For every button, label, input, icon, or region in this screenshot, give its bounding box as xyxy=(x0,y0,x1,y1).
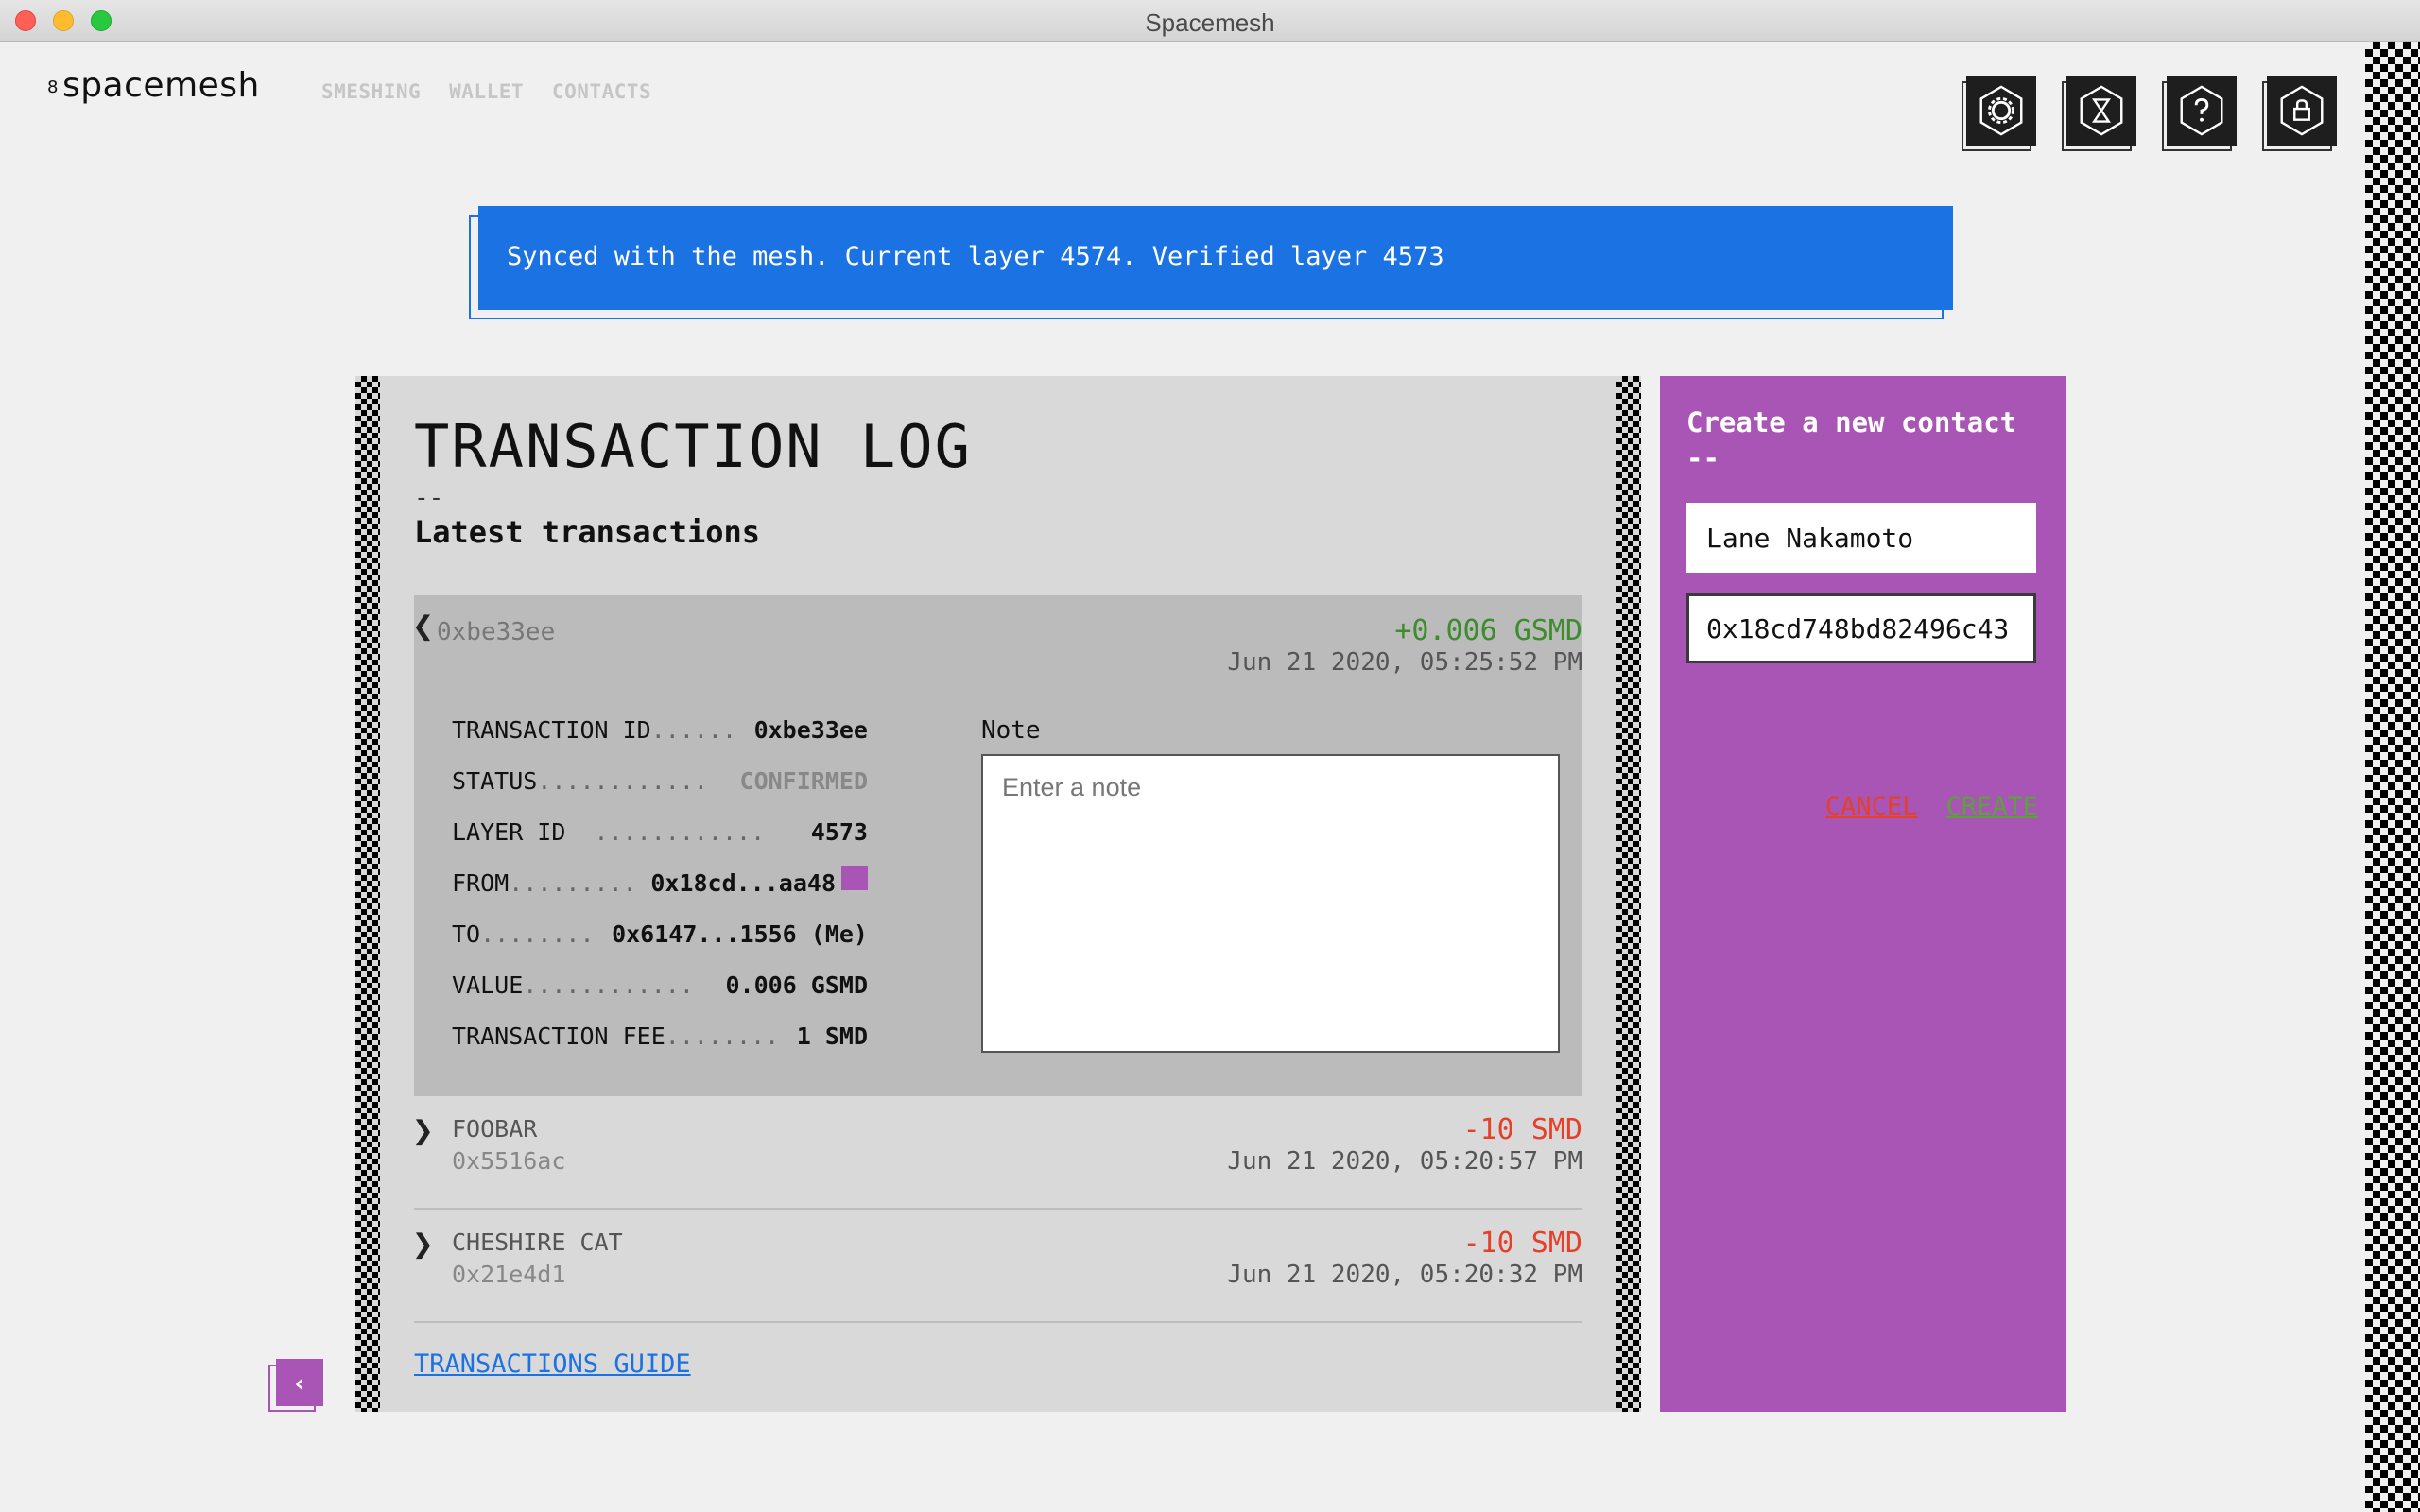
contact-actions: CANCEL CREATE xyxy=(1825,792,2038,821)
chevron-left-icon: ‹ xyxy=(276,1359,323,1406)
lock-icon xyxy=(2280,85,2324,136)
app-logo: 8 spacemesh xyxy=(47,66,260,105)
main-nav: SMESHING WALLET CONTACTS xyxy=(321,80,651,103)
decorative-edge-pattern xyxy=(2365,42,2420,1512)
header-icon-buttons xyxy=(1962,76,2337,151)
transaction-expanded[interactable]: ❮ 0xbe33ee +0.006 GSMD Jun 21 2020, 05:2… xyxy=(412,595,1582,1096)
settings-icon xyxy=(1979,85,2023,136)
transactions-guide-link[interactable]: TRANSACTIONS GUIDE xyxy=(414,1349,691,1379)
transaction-details: TRANSACTION ID...... 0xbe33ee STATUS ....… xyxy=(452,716,868,1074)
transaction-log-panel: TRANSACTION LOG -- Latest transactions ❮… xyxy=(355,376,1641,1412)
note-input[interactable]: Enter a note xyxy=(981,754,1560,1053)
chevron-right-icon[interactable]: ❯ xyxy=(412,1223,434,1264)
create-contact-panel: Create a new contact -- Lane Nakamoto 0x… xyxy=(1660,376,2066,1412)
create-button[interactable]: CREATE xyxy=(1945,792,2038,821)
help-icon xyxy=(2180,85,2223,136)
contact-panel-title: Create a new contact -- xyxy=(1686,406,2017,474)
transaction-address: 0x21e4d1 xyxy=(452,1261,566,1288)
transaction-address: 0x5516ac xyxy=(452,1147,566,1175)
lock-button[interactable] xyxy=(2262,76,2337,151)
transaction-date: Jun 21 2020, 05:20:32 PM xyxy=(1227,1261,1582,1289)
nav-wallet[interactable]: WALLET xyxy=(449,80,524,103)
nav-smeshing[interactable]: SMESHING xyxy=(321,80,421,103)
contact-address-field[interactable]: 0x18cd748bd82496c43 xyxy=(1686,593,2036,663)
logo-mark-icon: 8 xyxy=(47,77,59,97)
detail-row-fee: TRANSACTION FEE........ 1 SMD xyxy=(452,1022,868,1050)
detail-row-layer-id: LAYER ID ............ 4573 xyxy=(452,818,868,846)
detail-row-value: VALUE ............ 0.006 GSMD xyxy=(452,971,868,999)
logo-text: spacemesh xyxy=(61,66,260,105)
note-label: Note xyxy=(981,716,1041,745)
transaction-amount: +0.006 GSMD xyxy=(1394,614,1582,647)
transaction-contact-name: CHESHIRE CAT xyxy=(452,1228,623,1256)
transaction-row[interactable]: ❯ CHESHIRE CAT 0x21e4d1 -10 SMD Jun 21 2… xyxy=(412,1210,1582,1323)
section-subtitle: Latest transactions xyxy=(414,514,761,550)
title-separator: -- xyxy=(414,484,444,512)
chevron-right-icon[interactable]: ❯ xyxy=(412,1109,434,1151)
detail-row-from: FROM......... 0x18cd...aa48 xyxy=(452,866,868,920)
transaction-amount: -10 SMD xyxy=(1462,1113,1582,1146)
panel-border-pattern xyxy=(355,376,380,1412)
timer-button[interactable] xyxy=(2062,76,2136,151)
transaction-contact-name: FOOBAR xyxy=(452,1115,538,1143)
sync-status-banner: Synced with the mesh. Current layer 4574… xyxy=(478,206,1953,310)
detail-row-transaction-id: TRANSACTION ID...... 0xbe33ee xyxy=(452,716,868,744)
nav-contacts[interactable]: CONTACTS xyxy=(552,80,651,103)
panel-border-pattern xyxy=(1616,376,1641,1412)
detail-row-to: TO........ 0x6147...1556 (Me) xyxy=(452,920,868,948)
window-title-bar: Spacemesh xyxy=(0,0,2420,42)
transaction-date: Jun 21 2020, 05:20:57 PM xyxy=(1227,1147,1582,1176)
transaction-address: 0xbe33ee xyxy=(437,618,556,646)
chevron-left-icon[interactable]: ❮ xyxy=(412,605,434,646)
help-button[interactable] xyxy=(2162,76,2237,151)
back-button[interactable]: ‹ xyxy=(268,1359,323,1412)
transaction-amount: -10 SMD xyxy=(1462,1227,1582,1260)
cancel-button[interactable]: CANCEL xyxy=(1825,792,1918,821)
contact-name-field[interactable]: Lane Nakamoto xyxy=(1686,503,2036,573)
window-title: Spacemesh xyxy=(1145,9,1275,37)
settings-button[interactable] xyxy=(1962,76,2036,151)
detail-row-status: STATUS ............ CONFIRMED xyxy=(452,767,868,795)
transaction-row[interactable]: ❯ FOOBAR 0x5516ac -10 SMD Jun 21 2020, 0… xyxy=(412,1096,1582,1210)
add-contact-icon[interactable] xyxy=(841,866,868,890)
page-title: TRANSACTION LOG xyxy=(414,412,972,481)
transaction-date: Jun 21 2020, 05:25:52 PM xyxy=(1227,648,1582,677)
hourglass-icon xyxy=(2080,85,2123,136)
